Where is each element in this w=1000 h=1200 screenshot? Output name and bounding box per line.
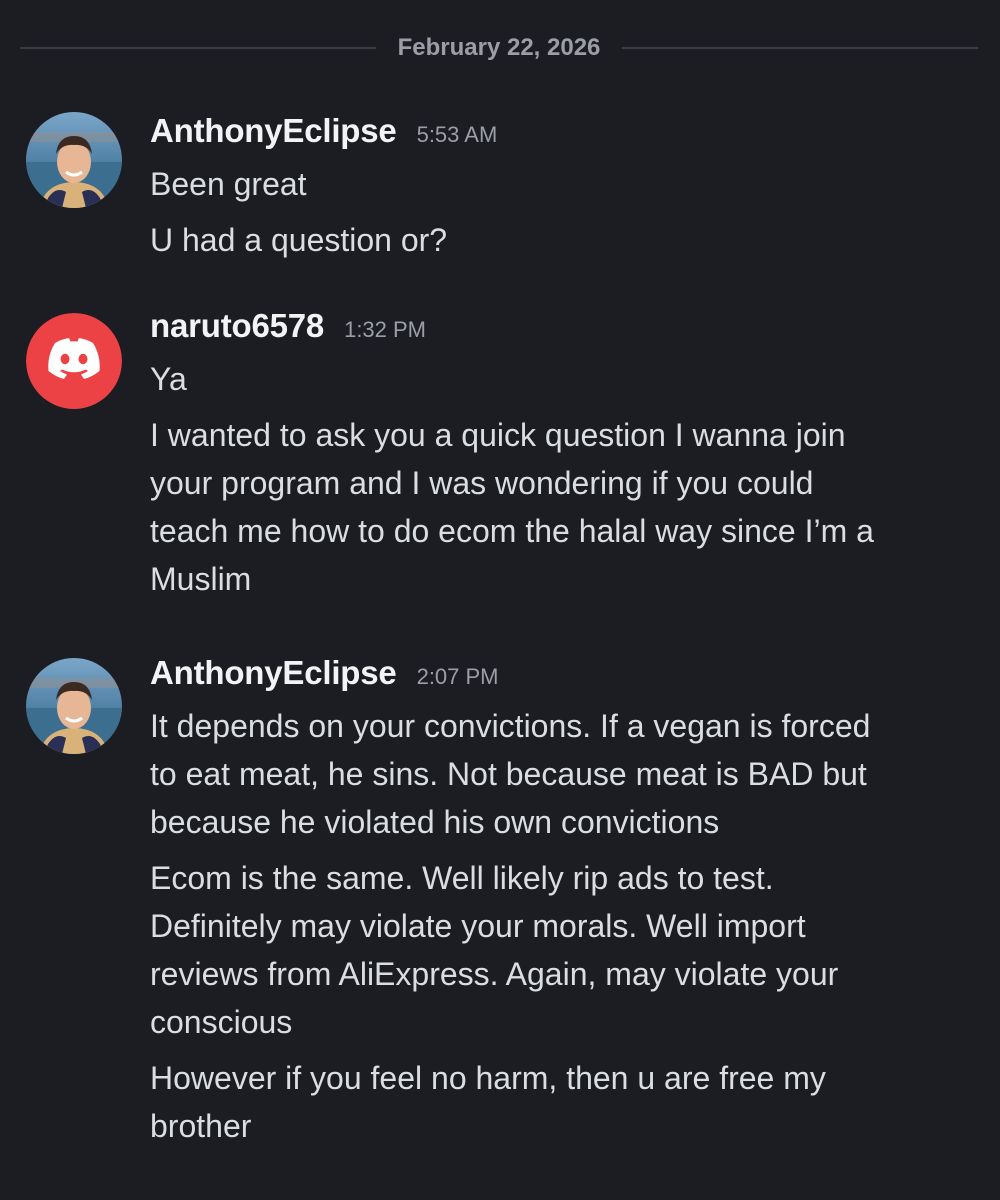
username[interactable]: AnthonyEclipse [150, 654, 397, 692]
message-header: AnthonyEclipse 2:07 PM [150, 654, 970, 702]
divider-line-right [622, 47, 979, 49]
avatar-naruto6578[interactable] [26, 313, 122, 409]
date-divider-label: February 22, 2026 [397, 34, 601, 61]
profile-photo-icon [26, 658, 122, 754]
username[interactable]: AnthonyEclipse [150, 112, 397, 150]
timestamp[interactable]: 5:53 AM [417, 122, 498, 148]
message-header: AnthonyEclipse 5:53 AM [150, 112, 970, 160]
avatar-anthonyeclipse[interactable] [26, 658, 122, 754]
avatar-anthonyeclipse[interactable] [26, 112, 122, 208]
message-text[interactable]: However if you feel no harm, then u are … [150, 1054, 970, 1150]
date-divider: February 22, 2026 [20, 28, 979, 68]
profile-photo-icon [26, 112, 122, 208]
message-header: naruto6578 1:32 PM [150, 307, 970, 355]
message-text[interactable]: U had a question or? [150, 216, 970, 264]
discord-logo-icon [26, 313, 122, 409]
divider-line-left [20, 47, 376, 49]
message-content: AnthonyEclipse 5:53 AM Been great U had … [150, 112, 970, 272]
message-content: AnthonyEclipse 2:07 PM It depends on you… [150, 654, 970, 1158]
message-text[interactable]: I wanted to ask you a quick question I w… [150, 411, 970, 603]
message-text[interactable]: Ecom is the same. Well likely rip ads to… [150, 854, 970, 1046]
message-text[interactable]: Been great [150, 160, 970, 208]
message-text[interactable]: It depends on your convictions. If a veg… [150, 702, 970, 846]
timestamp[interactable]: 2:07 PM [417, 664, 499, 690]
message-content: naruto6578 1:32 PM Ya I wanted to ask yo… [150, 307, 970, 611]
username[interactable]: naruto6578 [150, 307, 324, 345]
timestamp[interactable]: 1:32 PM [344, 317, 426, 343]
message-text[interactable]: Ya [150, 355, 970, 403]
